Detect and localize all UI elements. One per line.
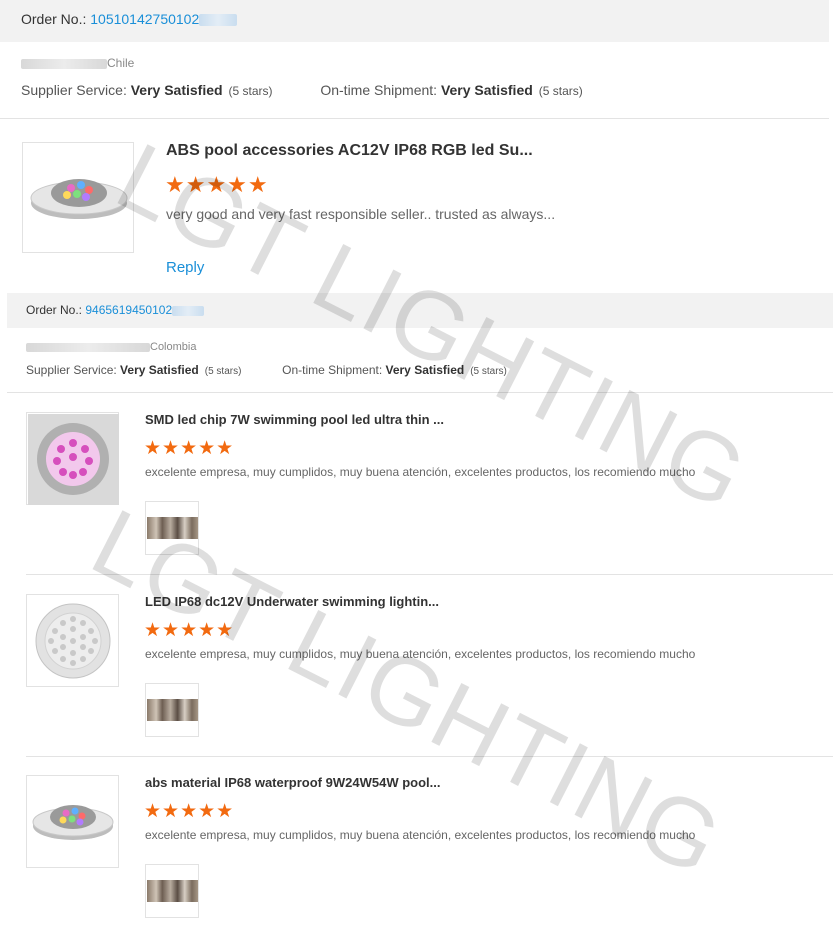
supplier-service-stars: (5 stars) (228, 84, 273, 98)
shipment-label: On-time Shipment: (282, 363, 386, 377)
star-rating: ★★★★★ (144, 801, 235, 822)
star-rating: ★★★★★ (144, 438, 235, 459)
order-number-row: Order No.: 10510142750102 (21, 11, 238, 27)
buyer-country: Chile (107, 56, 135, 70)
order-number-row: Order No.: 9465619450102 (26, 303, 205, 317)
star-rating: ★★★★★ (165, 172, 269, 197)
divider (0, 118, 829, 119)
supplier-service-label: Supplier Service: (21, 82, 131, 98)
shipment-stars: (5 stars) (470, 366, 507, 377)
product-title[interactable]: SMD led chip 7W swimming pool led ultra … (145, 412, 444, 427)
supplier-service-value: Very Satisfied (120, 363, 199, 377)
masked-digits (199, 14, 238, 27)
masked-buyer-name (26, 342, 150, 352)
pool-light-image (35, 603, 111, 679)
shipment-stars: (5 stars) (538, 84, 583, 98)
product-title[interactable]: LED IP68 dc12V Underwater swimming light… (145, 594, 439, 609)
star-rating: ★★★★★ (144, 620, 235, 641)
product-thumbnail[interactable] (22, 142, 134, 253)
order-header-2: Order No.: 9465619450102 (7, 293, 833, 328)
reply-link[interactable]: Reply (166, 259, 204, 276)
product-title[interactable]: abs material IP68 waterproof 9W24W54W po… (145, 775, 440, 790)
pool-light-image (28, 414, 119, 505)
product-thumbnail[interactable] (26, 775, 119, 868)
product-thumbnail[interactable] (26, 412, 119, 505)
order-label: Order No.: (21, 11, 91, 27)
divider (26, 574, 833, 575)
divider (7, 392, 833, 393)
divider (26, 756, 833, 757)
shipment-value: Very Satisfied (440, 82, 533, 98)
shipment-value: Very Satisfied (385, 363, 465, 377)
review-comment: excelente empresa, muy cumplidos, muy bu… (145, 828, 696, 842)
order-number-link[interactable]: 10510142750102 (90, 11, 199, 27)
review-comment: excelente empresa, muy cumplidos, muy bu… (145, 647, 696, 661)
order-label: Order No.: (26, 303, 86, 317)
masked-buyer-name (21, 58, 107, 69)
buyer-location-2: Colombia (26, 341, 196, 353)
supplier-service-stars: (5 stars) (204, 366, 242, 377)
review-comment: excelente empresa, muy cumplidos, muy bu… (145, 465, 696, 479)
buyer-country: Colombia (150, 341, 197, 353)
buyer-location-1: Chile (21, 56, 134, 70)
order-number-link[interactable]: 9465619450102 (85, 303, 172, 317)
supplier-service-value: Very Satisfied (130, 82, 223, 98)
order-header-1: Order No.: 10510142750102 (0, 0, 829, 42)
review-comment: very good and very fast responsible sell… (166, 206, 556, 222)
product-thumbnail[interactable] (26, 594, 119, 687)
shipment-label: On-time Shipment: (320, 82, 441, 98)
review-photo[interactable] (145, 683, 199, 737)
review-photo[interactable] (145, 501, 199, 555)
supplier-service-label: Supplier Service: (26, 363, 121, 377)
product-title[interactable]: ABS pool accessories AC12V IP68 RGB led … (166, 142, 533, 160)
pool-light-image (32, 805, 114, 840)
ratings-row-2: Supplier Service: Very Satisfied (5 stars… (26, 363, 507, 377)
masked-digits (172, 305, 205, 316)
review-photo[interactable] (145, 864, 199, 918)
ratings-row-1: Supplier Service: Very Satisfied (5 stars… (21, 82, 583, 98)
pool-light-image (30, 179, 128, 219)
